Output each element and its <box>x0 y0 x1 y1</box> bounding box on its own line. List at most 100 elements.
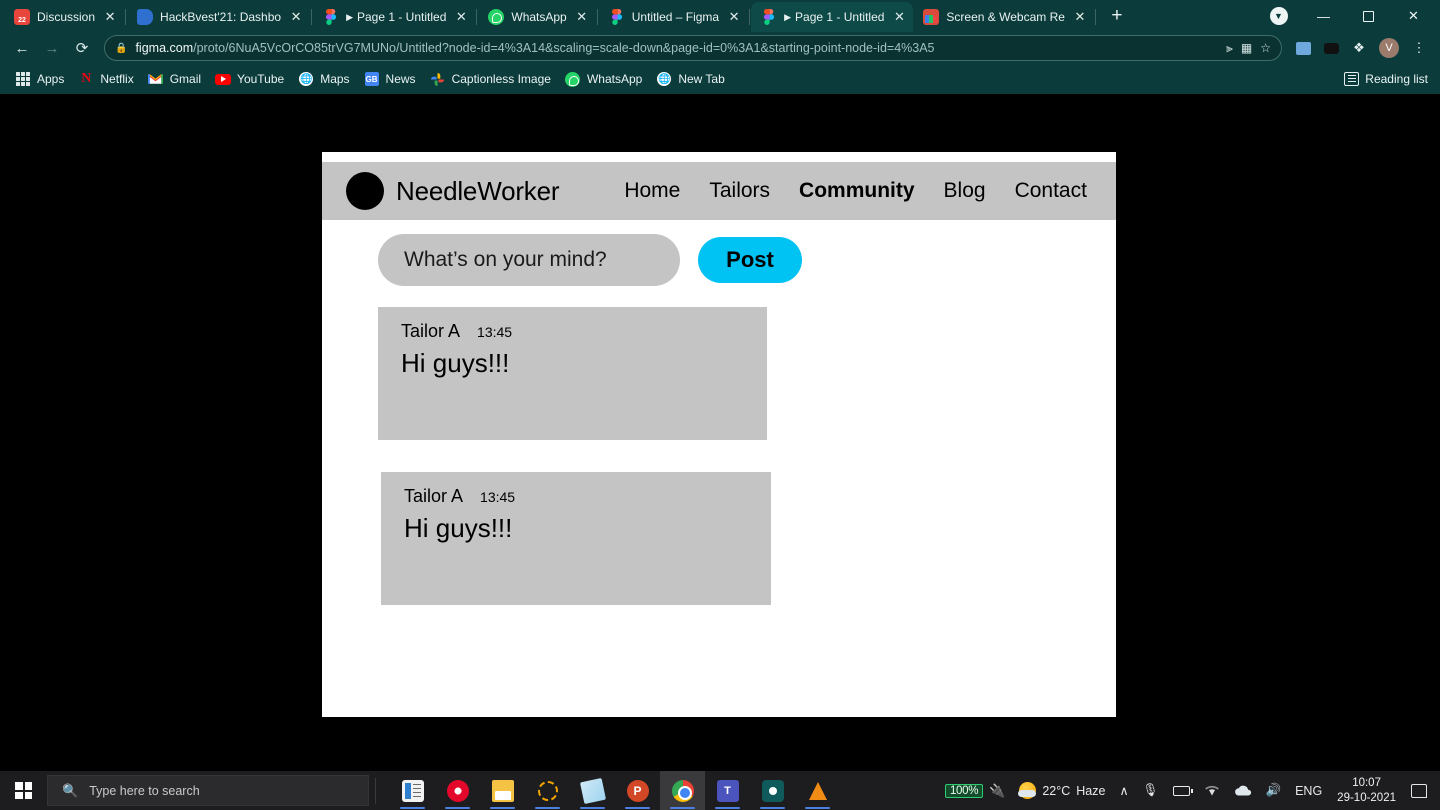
brand-name: NeedleWorker <box>396 175 560 206</box>
windows-logo-icon <box>15 782 32 799</box>
nav-item-community[interactable]: Community <box>799 179 915 203</box>
volume-icon[interactable]: 🔊 <box>1259 771 1289 810</box>
url-text: figma.com/proto/6NuA5VcOrCO85trVG7MUNo/U… <box>135 41 1218 55</box>
taskbar-app-opera-browser[interactable] <box>435 771 480 810</box>
extension-icon-2[interactable] <box>1318 35 1344 61</box>
start-button[interactable] <box>0 771 47 810</box>
extensions-puzzle-icon[interactable]: ❖ <box>1346 35 1372 61</box>
chrome-menu-icon[interactable]: ⋮ <box>1406 35 1432 61</box>
profile-avatar[interactable]: V <box>1379 38 1399 58</box>
taskbar-divider <box>375 777 376 804</box>
browser-tab[interactable]: WhatsApp ✕ <box>478 2 595 32</box>
tab-divider <box>596 9 598 25</box>
bookmark-whatsapp[interactable]: WhatsApp <box>558 68 649 90</box>
site-header: NeedleWorker Home Tailors Community Blog… <box>322 162 1116 220</box>
address-bar[interactable]: 🔒 figma.com/proto/6NuA5VcOrCO85trVG7MUNo… <box>104 35 1282 61</box>
opera-icon <box>446 779 469 802</box>
nav-item-home[interactable]: Home <box>624 179 680 203</box>
system-tray: 100% 🔌 22°C Haze ∧ 🎙 🔊 ENG 10:07 29-10-2… <box>938 771 1440 810</box>
clock[interactable]: 10:07 29-10-2021 <box>1329 776 1404 805</box>
maximize-icon <box>1363 10 1374 22</box>
close-window-button[interactable]: ✕ <box>1391 0 1436 32</box>
battery-icon[interactable] <box>1166 771 1197 810</box>
maximize-button[interactable] <box>1346 0 1391 32</box>
wifi-icon[interactable] <box>1197 771 1227 810</box>
tab-close-button[interactable]: ✕ <box>102 9 118 25</box>
bookmark-star-icon[interactable]: ☆ <box>1260 41 1271 55</box>
forward-button[interactable]: → <box>38 34 66 62</box>
browser-tab[interactable]: Untitled – Figma ✕ <box>599 2 748 32</box>
taskbar-app-microsoft-teams[interactable]: T <box>705 771 750 810</box>
bookmark-maps[interactable]: 🌐 Maps <box>291 68 356 90</box>
clock-time: 10:07 <box>1352 777 1381 790</box>
onedrive-icon[interactable] <box>1227 771 1259 810</box>
back-button[interactable]: ← <box>8 34 36 62</box>
figma-prototype-viewport: NeedleWorker Home Tailors Community Blog… <box>0 94 1440 771</box>
browser-tab[interactable]: ▶ Page 1 - Untitled ✕ <box>313 2 475 32</box>
tab-close-button[interactable]: ✕ <box>288 9 304 25</box>
post-card[interactable]: Tailor A 13:45 Hi guys!!! <box>381 472 771 605</box>
apps-grid-icon <box>15 71 31 87</box>
action-center-button[interactable] <box>1404 771 1434 810</box>
reload-button[interactable]: ⟳ <box>68 34 96 62</box>
wifi-glyph <box>1204 785 1219 796</box>
taskbar-app-screen-recorder[interactable] <box>750 771 795 810</box>
windows-taskbar: 🔍 Type here to search P T 100% 🔌 22°C Ha… <box>0 771 1440 810</box>
nav-item-tailors[interactable]: Tailors <box>709 179 770 203</box>
running-indicator <box>400 806 425 809</box>
bookmark-apps[interactable]: Apps <box>8 68 71 90</box>
tab-close-button[interactable]: ✕ <box>726 9 742 25</box>
audio-playing-icon: ▶ <box>784 11 792 22</box>
reading-list-button[interactable]: Reading list <box>1344 72 1432 86</box>
vlc-cone-icon <box>808 781 827 800</box>
qr-code-icon[interactable]: ▦ <box>1241 41 1252 55</box>
microphone-icon[interactable]: 🎙 <box>1136 771 1166 810</box>
tab-close-button[interactable]: ✕ <box>1072 9 1088 25</box>
onenote-icon <box>579 777 606 804</box>
bookmark-captionless-image[interactable]: Captionless Image <box>423 68 558 90</box>
minimize-button[interactable]: — <box>1301 0 1346 32</box>
cast-icon[interactable]: ⫸ <box>1226 41 1233 56</box>
show-hidden-icons-button[interactable]: ∧ <box>1112 771 1135 810</box>
bookmark-gmail[interactable]: Gmail <box>141 68 208 90</box>
post-input[interactable]: What’s on your mind? <box>378 234 680 286</box>
nav-item-blog[interactable]: Blog <box>944 179 986 203</box>
weather-description: Haze <box>1076 783 1106 798</box>
taskbar-app-news-and-interests[interactable] <box>390 771 435 810</box>
post-body: Hi guys!!! <box>401 348 510 378</box>
chevron-down-icon: ▼ <box>1269 7 1288 25</box>
cloud-glyph <box>1234 785 1251 795</box>
running-indicator <box>445 806 470 809</box>
taskbar-app-vlc-media-player[interactable] <box>795 771 840 810</box>
window-controls: ▼ — ✕ <box>1256 0 1440 32</box>
post-button[interactable]: Post <box>698 237 802 283</box>
bookmark-netflix[interactable]: N Netflix <box>71 68 140 90</box>
taskbar-app-onenote[interactable] <box>570 771 615 810</box>
bookmark-news[interactable]: GB News <box>357 68 423 90</box>
taskbar-app-powerpoint[interactable]: P <box>615 771 660 810</box>
browser-tab[interactable]: HackBvest'21: Dashbo ✕ <box>127 2 310 32</box>
taskbar-search-input[interactable]: 🔍 Type here to search <box>47 775 369 806</box>
tab-close-button[interactable]: ✕ <box>453 9 469 25</box>
profile-chevron-button[interactable]: ▼ <box>1256 0 1301 32</box>
photos-icon <box>430 71 446 87</box>
battery-percent-indicator[interactable]: 100% 🔌 <box>938 771 1012 810</box>
tab-title: Page 1 - Untitled <box>356 10 447 24</box>
taskbar-app-google-chrome[interactable] <box>660 771 705 810</box>
new-tab-button[interactable]: + <box>1103 3 1131 31</box>
browser-tab[interactable]: Discussion ✕ <box>4 2 124 32</box>
bookmark-youtube[interactable]: YouTube <box>208 68 291 90</box>
taskbar-app-file-explorer[interactable] <box>480 771 525 810</box>
taskbar-app-loading-app[interactable] <box>525 771 570 810</box>
weather-widget[interactable]: 22°C Haze <box>1012 771 1112 810</box>
extension-icon-1[interactable] <box>1290 35 1316 61</box>
running-indicator <box>535 806 560 809</box>
tab-close-button[interactable]: ✕ <box>891 9 907 25</box>
bookmark-new-tab[interactable]: 🌐 New Tab <box>649 68 731 90</box>
language-indicator[interactable]: ENG <box>1288 771 1329 810</box>
tab-close-button[interactable]: ✕ <box>574 9 590 25</box>
nav-item-contact[interactable]: Contact <box>1015 179 1087 203</box>
post-card[interactable]: Tailor A 13:45 Hi guys!!! <box>378 307 767 440</box>
browser-tab[interactable]: Screen & Webcam Re ✕ <box>913 2 1094 32</box>
browser-tab-active[interactable]: ▶ Page 1 - Untitled ✕ <box>751 2 914 32</box>
